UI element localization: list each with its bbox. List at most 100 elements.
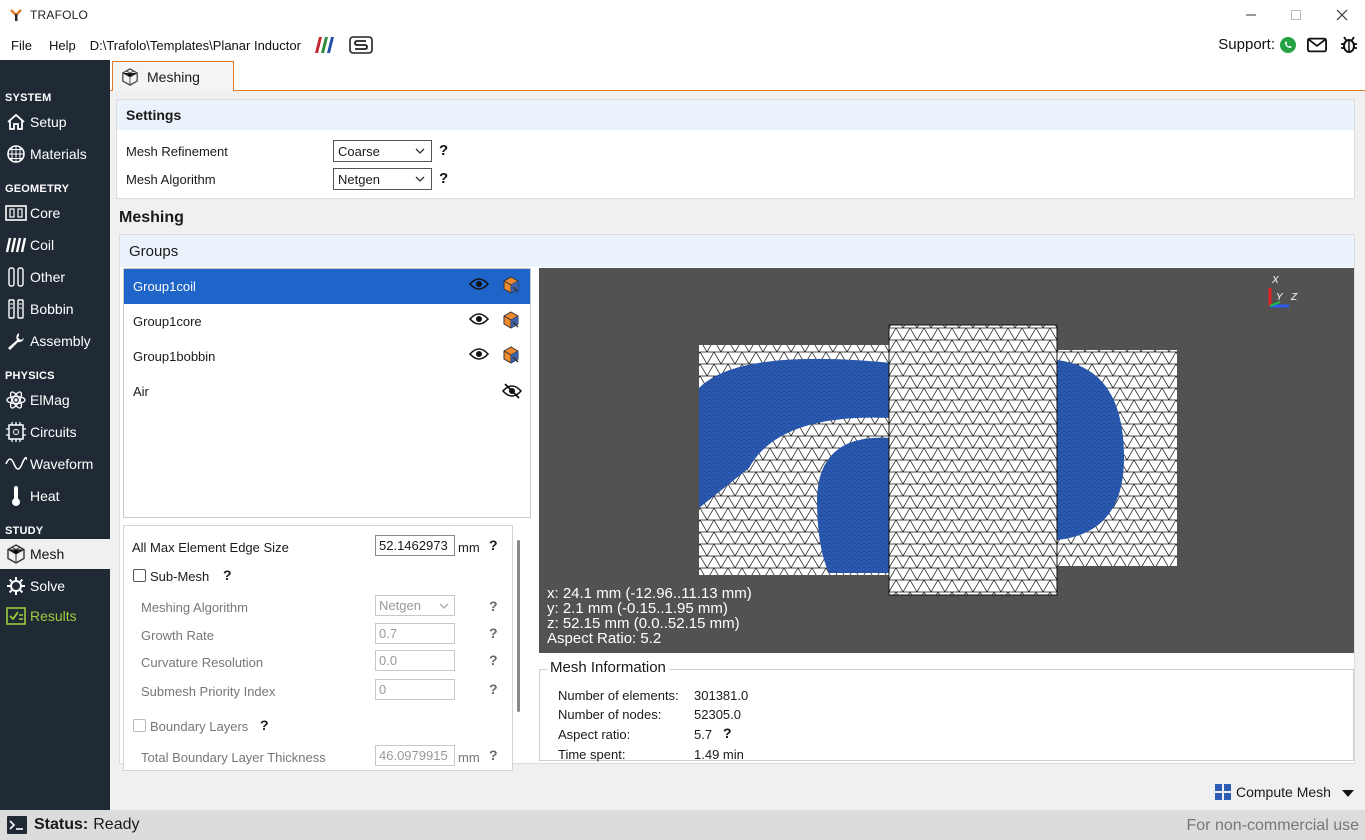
maximize-icon: [1291, 10, 1301, 20]
info-y: y: 2.1 mm (-0.15..1.95 mm): [547, 600, 728, 617]
atom-icon: [5, 389, 27, 411]
trafolo-logo-icon: [10, 9, 22, 21]
group-row-group1bobbin[interactable]: Group1bobbin: [124, 339, 530, 374]
mesh-right-block: [1057, 350, 1177, 566]
nodes-value: 52305.0: [694, 707, 741, 722]
mesh-algorithm-help-icon[interactable]: ?: [439, 170, 448, 187]
boundary-layers-help-icon[interactable]: ?: [260, 717, 269, 733]
group-name: Group1bobbin: [133, 349, 216, 364]
sidebar-item-elmag[interactable]: ElMag: [0, 385, 110, 415]
mesh-settings-cube-icon[interactable]: [502, 276, 520, 297]
minimize-button[interactable]: [1228, 0, 1274, 30]
close-icon: [1336, 9, 1348, 21]
total-bl-thickness-input[interactable]: 46.0979915: [375, 745, 455, 766]
sidebar-item-other[interactable]: Other: [0, 262, 110, 292]
mesh-settings-cube-icon[interactable]: [502, 311, 520, 332]
group-name: Group1coil: [133, 279, 196, 294]
growth-rate-input[interactable]: 0.7: [375, 623, 455, 644]
sidebar-item-bobbin[interactable]: Bobbin: [0, 294, 110, 324]
meshing-algorithm-select[interactable]: Netgen: [375, 595, 455, 616]
close-button[interactable]: [1319, 0, 1365, 30]
group-row-group1core[interactable]: Group1core: [124, 304, 530, 339]
submesh-priority-help-icon[interactable]: ?: [489, 681, 498, 697]
chevron-down-icon: [415, 176, 425, 182]
mesh-refinement-value: Coarse: [338, 143, 380, 159]
sidebar-item-assembly[interactable]: Assembly: [0, 326, 110, 356]
total-bl-help-icon[interactable]: ?: [489, 747, 498, 763]
viewport-info: x: 24.1 mm (-12.96..11.13 mm) y: 2.1 mm …: [547, 586, 752, 646]
unit-label: mm: [458, 750, 480, 765]
sidebar-item-label: Coil: [30, 237, 55, 253]
eye-icon[interactable]: [468, 312, 490, 329]
sidebar-item-materials[interactable]: Materials: [0, 139, 110, 169]
tab-meshing[interactable]: Meshing: [112, 61, 234, 91]
unit-label: mm: [458, 540, 480, 555]
sidebar-item-solve[interactable]: Solve: [0, 571, 110, 601]
sidebar-item-circuits[interactable]: Circuits: [0, 417, 110, 447]
sidebar-item-mesh[interactable]: Mesh: [0, 539, 110, 569]
minimize-icon: [1246, 14, 1256, 16]
curvature-help-icon[interactable]: ?: [489, 652, 498, 668]
boundary-layers-checkbox[interactable]: [133, 719, 146, 732]
meshing-algorithm-help-icon[interactable]: ?: [489, 598, 498, 614]
sidebar-item-setup[interactable]: Setup: [0, 107, 110, 137]
max-edge-size-label: All Max Element Edge Size: [132, 540, 289, 555]
whatsapp-icon[interactable]: [1278, 35, 1298, 55]
mesh-cube-icon: [121, 67, 139, 86]
axis-z-label: Z: [1291, 292, 1298, 303]
mesh-information-panel: Mesh Information Number of elements: 301…: [539, 659, 1354, 762]
mesh-viewport[interactable]: X Y Z x: 24.1 mm (-12.96..11.13 mm) y: 2…: [539, 268, 1354, 653]
mesh-algorithm-select[interactable]: Netgen: [333, 168, 432, 190]
max-edge-size-input[interactable]: 52.1462973: [375, 535, 455, 556]
compute-mesh-button[interactable]: Compute Mesh: [1214, 783, 1331, 801]
info-z: z: 52.15 mm (0.0..52.15 mm): [547, 615, 740, 632]
status-value: Ready: [93, 816, 140, 833]
eye-hidden-icon[interactable]: [501, 383, 523, 402]
sidebar-item-results[interactable]: Results: [0, 601, 110, 631]
maximize-button[interactable]: [1273, 0, 1319, 30]
time-spent-value: 1.49 min: [694, 747, 744, 762]
group-row-group1coil[interactable]: Group1coil: [124, 269, 530, 304]
curvature-resolution-input[interactable]: 0.0: [375, 650, 455, 671]
sidebar-item-core[interactable]: Core: [0, 198, 110, 228]
sidebar-item-label: Heat: [30, 488, 60, 504]
compute-options-chevron-icon[interactable]: [1341, 787, 1355, 802]
sidebar-item-coil[interactable]: Coil: [0, 230, 110, 260]
settings-panel: Settings Mesh Refinement Coarse ? Mesh A…: [116, 99, 1355, 199]
menu-help[interactable]: Help: [43, 38, 82, 53]
menu-file[interactable]: File: [5, 38, 38, 53]
max-edge-help-icon[interactable]: ?: [489, 537, 498, 553]
chevron-down-icon: [439, 603, 449, 609]
total-bl-thickness-label: Total Boundary Layer Thickness: [141, 750, 326, 765]
meshing-section-title: Meshing: [119, 209, 184, 226]
properties-scrollbar[interactable]: [517, 540, 520, 712]
sidebar-item-label: Waveform: [30, 456, 94, 472]
axis-x-label: X: [1272, 275, 1279, 286]
sidebar-item-heat[interactable]: Heat: [0, 481, 110, 511]
info-x: x: 24.1 mm (-12.96..11.13 mm): [547, 585, 752, 602]
email-icon[interactable]: [1307, 35, 1327, 55]
mesh-left-block: [699, 345, 891, 575]
submesh-checkbox[interactable]: [133, 569, 146, 582]
mesh-refinement-select[interactable]: Coarse: [333, 140, 432, 162]
submesh-priority-input[interactable]: 0: [375, 679, 455, 700]
mesh-refinement-help-icon[interactable]: ?: [439, 142, 448, 159]
support-label: Support:: [1218, 36, 1275, 53]
circuit-icon: [5, 421, 27, 443]
aspect-ratio-help-icon[interactable]: ?: [723, 725, 732, 741]
solver-logo-icon[interactable]: [349, 36, 373, 54]
bug-report-icon[interactable]: [1339, 35, 1359, 55]
curvature-resolution-label: Curvature Resolution: [141, 655, 264, 670]
group-row-air[interactable]: Air: [124, 374, 530, 409]
eye-icon[interactable]: [468, 277, 490, 294]
sidebar-item-waveform[interactable]: Waveform: [0, 449, 110, 479]
mesh-settings-cube-icon[interactable]: [502, 346, 520, 367]
mesh-algorithm-label: Mesh Algorithm: [126, 172, 216, 187]
growth-rate-help-icon[interactable]: ?: [489, 625, 498, 641]
sidebar: SYSTEM Setup Materials GEOMETRY Core Coi…: [0, 60, 110, 810]
submesh-help-icon[interactable]: ?: [223, 567, 232, 583]
eye-icon[interactable]: [468, 347, 490, 364]
matlab-logo-icon[interactable]: [313, 37, 337, 53]
tab-label: Meshing: [147, 68, 200, 85]
bobbin-icon: [5, 298, 27, 320]
